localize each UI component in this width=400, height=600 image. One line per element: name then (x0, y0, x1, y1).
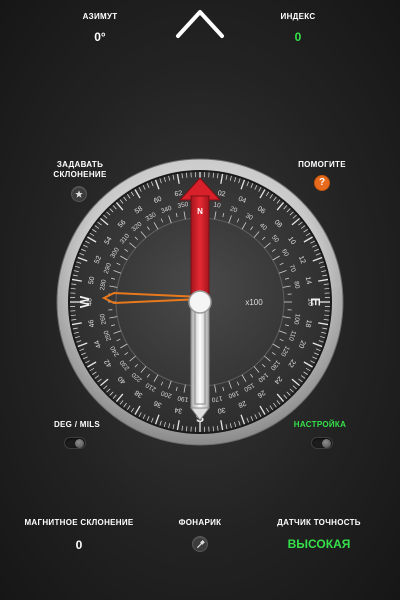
index-label: ИНДЕКС (280, 12, 316, 21)
azimuth-value: 0° (94, 30, 106, 44)
flashlight-label: ФОНАРИК (178, 518, 222, 527)
bezel-number: 02 (217, 190, 226, 198)
deg-mils-toggle[interactable] (64, 437, 86, 449)
cardinal-w: W (77, 295, 92, 308)
deg-mils-toggle-knob (75, 439, 84, 448)
cardinal-e: E (308, 298, 323, 307)
magnetic-declination-label: МАГНИТНОЕ СКЛОНЕНИЕ (24, 518, 134, 527)
south-needle (190, 301, 210, 421)
needle-north-label: N (197, 207, 203, 216)
settings-toggle-knob (322, 439, 331, 448)
sensor-accuracy-label: ДАТЧИК ТОЧНОСТЬ (277, 518, 361, 527)
sensor-accuracy-value: ВЫСОКАЯ (287, 537, 351, 551)
bezel-number: 30 (217, 406, 226, 414)
magnetic-declination-value: 0 (75, 538, 83, 552)
compass-dial[interactable]: 0204060810121416182022242628303234363840… (56, 144, 344, 446)
bezel-number: 14 (304, 276, 312, 285)
settings-label: НАСТРОЙКА (293, 420, 347, 429)
deg-mils-label: DEG / MILS (53, 420, 101, 429)
azimuth-label: АЗИМУТ (82, 12, 118, 21)
needle-pivot (188, 290, 212, 314)
flashlight-button[interactable] (192, 536, 208, 552)
settings-toggle[interactable] (311, 437, 333, 449)
bezel-number: 50 (88, 276, 96, 285)
bezel-number: 62 (174, 190, 183, 198)
bezel-number: 34 (174, 406, 183, 414)
compass-scale-label: x100 (245, 298, 263, 307)
chevron-up-icon[interactable] (174, 6, 226, 40)
index-value: 0 (294, 30, 302, 44)
compass-svg: 0204060810121416182022242628303234363840… (56, 144, 344, 446)
flashlight-icon (196, 539, 205, 548)
